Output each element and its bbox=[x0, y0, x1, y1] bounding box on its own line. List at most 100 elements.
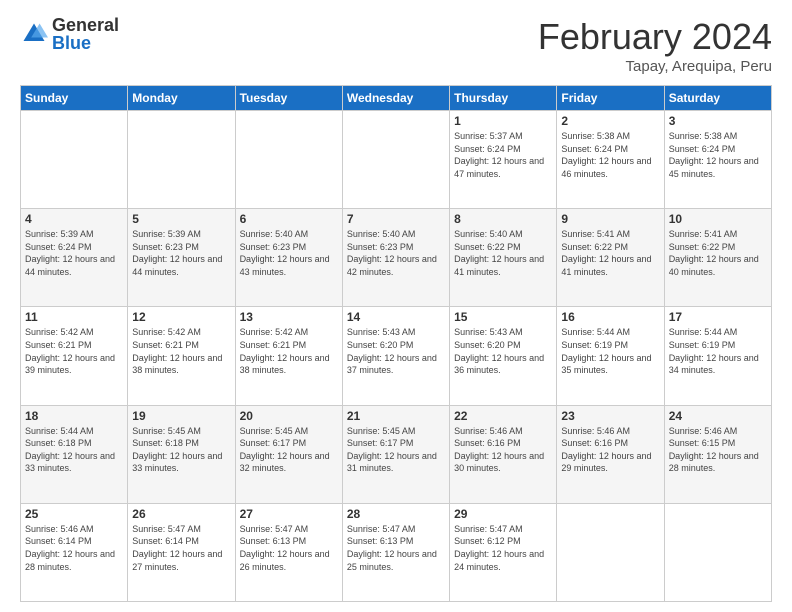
day-info: Sunrise: 5:45 AM Sunset: 6:17 PM Dayligh… bbox=[347, 425, 445, 475]
day-number: 5 bbox=[132, 212, 230, 226]
calendar-cell bbox=[342, 111, 449, 209]
week-row-2: 4 Sunrise: 5:39 AM Sunset: 6:24 PM Daylig… bbox=[21, 209, 772, 307]
calendar-cell: 11 Sunrise: 5:42 AM Sunset: 6:21 PM Dayli… bbox=[21, 307, 128, 405]
calendar-cell: 25 Sunrise: 5:46 AM Sunset: 6:14 PM Dayli… bbox=[21, 503, 128, 601]
col-tuesday: Tuesday bbox=[235, 86, 342, 111]
day-info: Sunrise: 5:38 AM Sunset: 6:24 PM Dayligh… bbox=[561, 130, 659, 180]
calendar-cell: 7 Sunrise: 5:40 AM Sunset: 6:23 PM Daylig… bbox=[342, 209, 449, 307]
calendar-cell: 28 Sunrise: 5:47 AM Sunset: 6:13 PM Dayli… bbox=[342, 503, 449, 601]
col-friday: Friday bbox=[557, 86, 664, 111]
calendar-cell bbox=[128, 111, 235, 209]
day-info: Sunrise: 5:45 AM Sunset: 6:18 PM Dayligh… bbox=[132, 425, 230, 475]
calendar-cell: 12 Sunrise: 5:42 AM Sunset: 6:21 PM Dayli… bbox=[128, 307, 235, 405]
calendar-cell: 6Sunrise: 5:40 AM Sunset: 6:23 PM Daylig… bbox=[235, 209, 342, 307]
calendar-cell bbox=[664, 503, 771, 601]
col-saturday: Saturday bbox=[664, 86, 771, 111]
day-number: 2 bbox=[561, 114, 659, 128]
week-row-3: 11 Sunrise: 5:42 AM Sunset: 6:21 PM Dayli… bbox=[21, 307, 772, 405]
day-info: Sunrise: 5:46 AM Sunset: 6:14 PM Dayligh… bbox=[25, 523, 123, 573]
header-row: Sunday Monday Tuesday Wednesday Thursday… bbox=[21, 86, 772, 111]
calendar-cell bbox=[21, 111, 128, 209]
logo-general: General bbox=[52, 16, 119, 34]
day-info: Sunrise: 5:39 AM Sunset: 6:24 PM Dayligh… bbox=[25, 228, 123, 278]
generalblue-icon bbox=[20, 20, 48, 48]
day-info: Sunrise: 5:40 AM Sunset: 6:22 PM Dayligh… bbox=[454, 228, 552, 278]
day-number: 19 bbox=[132, 409, 230, 423]
day-number: 4 bbox=[25, 212, 123, 226]
day-number: 16 bbox=[561, 310, 659, 324]
day-info: Sunrise: 5:44 AM Sunset: 6:19 PM Dayligh… bbox=[561, 326, 659, 376]
day-number: 11 bbox=[25, 310, 123, 324]
day-number: 25 bbox=[25, 507, 123, 521]
day-number: 23 bbox=[561, 409, 659, 423]
col-sunday: Sunday bbox=[21, 86, 128, 111]
col-wednesday: Wednesday bbox=[342, 86, 449, 111]
day-info: Sunrise: 5:47 AM Sunset: 6:13 PM Dayligh… bbox=[347, 523, 445, 573]
logo-blue: Blue bbox=[52, 34, 119, 52]
calendar-cell: 26Sunrise: 5:47 AM Sunset: 6:14 PM Dayli… bbox=[128, 503, 235, 601]
calendar-cell: 27Sunrise: 5:47 AM Sunset: 6:13 PM Dayli… bbox=[235, 503, 342, 601]
calendar-cell: 18 Sunrise: 5:44 AM Sunset: 6:18 PM Dayli… bbox=[21, 405, 128, 503]
calendar-cell: 15Sunrise: 5:43 AM Sunset: 6:20 PM Dayli… bbox=[450, 307, 557, 405]
day-number: 20 bbox=[240, 409, 338, 423]
calendar-table: Sunday Monday Tuesday Wednesday Thursday… bbox=[20, 85, 772, 602]
calendar-cell: 16 Sunrise: 5:44 AM Sunset: 6:19 PM Dayli… bbox=[557, 307, 664, 405]
calendar-cell: 24 Sunrise: 5:46 AM Sunset: 6:15 PM Dayli… bbox=[664, 405, 771, 503]
calendar-cell: 22Sunrise: 5:46 AM Sunset: 6:16 PM Dayli… bbox=[450, 405, 557, 503]
calendar-cell: 2 Sunrise: 5:38 AM Sunset: 6:24 PM Daylig… bbox=[557, 111, 664, 209]
logo: General Blue bbox=[20, 16, 119, 52]
day-number: 1 bbox=[454, 114, 552, 128]
header: General Blue February 2024 Tapay, Arequi… bbox=[20, 16, 772, 75]
calendar-cell: 13Sunrise: 5:42 AM Sunset: 6:21 PM Dayli… bbox=[235, 307, 342, 405]
week-row-5: 25 Sunrise: 5:46 AM Sunset: 6:14 PM Dayli… bbox=[21, 503, 772, 601]
calendar-cell: 21 Sunrise: 5:45 AM Sunset: 6:17 PM Dayli… bbox=[342, 405, 449, 503]
day-number: 12 bbox=[132, 310, 230, 324]
calendar-cell: 1 Sunrise: 5:37 AM Sunset: 6:24 PM Daylig… bbox=[450, 111, 557, 209]
title-block: February 2024 Tapay, Arequipa, Peru bbox=[538, 16, 772, 75]
day-info: Sunrise: 5:47 AM Sunset: 6:12 PM Dayligh… bbox=[454, 523, 552, 573]
day-number: 9 bbox=[561, 212, 659, 226]
calendar-cell bbox=[235, 111, 342, 209]
day-info: Sunrise: 5:40 AM Sunset: 6:23 PM Dayligh… bbox=[347, 228, 445, 278]
calendar-cell: 14Sunrise: 5:43 AM Sunset: 6:20 PM Dayli… bbox=[342, 307, 449, 405]
day-number: 27 bbox=[240, 507, 338, 521]
day-number: 28 bbox=[347, 507, 445, 521]
day-info: Sunrise: 5:47 AM Sunset: 6:14 PM Dayligh… bbox=[132, 523, 230, 573]
calendar-cell: 29Sunrise: 5:47 AM Sunset: 6:12 PM Dayli… bbox=[450, 503, 557, 601]
day-number: 7 bbox=[347, 212, 445, 226]
day-info: Sunrise: 5:46 AM Sunset: 6:15 PM Dayligh… bbox=[669, 425, 767, 475]
day-info: Sunrise: 5:41 AM Sunset: 6:22 PM Dayligh… bbox=[561, 228, 659, 278]
calendar-cell: 20 Sunrise: 5:45 AM Sunset: 6:17 PM Dayli… bbox=[235, 405, 342, 503]
calendar-cell: 3Sunrise: 5:38 AM Sunset: 6:24 PM Daylig… bbox=[664, 111, 771, 209]
calendar-cell: 5Sunrise: 5:39 AM Sunset: 6:23 PM Daylig… bbox=[128, 209, 235, 307]
day-info: Sunrise: 5:42 AM Sunset: 6:21 PM Dayligh… bbox=[25, 326, 123, 376]
day-info: Sunrise: 5:44 AM Sunset: 6:18 PM Dayligh… bbox=[25, 425, 123, 475]
day-info: Sunrise: 5:43 AM Sunset: 6:20 PM Dayligh… bbox=[347, 326, 445, 376]
col-monday: Monday bbox=[128, 86, 235, 111]
day-number: 17 bbox=[669, 310, 767, 324]
day-number: 24 bbox=[669, 409, 767, 423]
calendar-cell: 17Sunrise: 5:44 AM Sunset: 6:19 PM Dayli… bbox=[664, 307, 771, 405]
calendar-cell: 9 Sunrise: 5:41 AM Sunset: 6:22 PM Daylig… bbox=[557, 209, 664, 307]
day-info: Sunrise: 5:37 AM Sunset: 6:24 PM Dayligh… bbox=[454, 130, 552, 180]
day-number: 21 bbox=[347, 409, 445, 423]
col-thursday: Thursday bbox=[450, 86, 557, 111]
day-info: Sunrise: 5:43 AM Sunset: 6:20 PM Dayligh… bbox=[454, 326, 552, 376]
page: General Blue February 2024 Tapay, Arequi… bbox=[0, 0, 792, 612]
day-number: 10 bbox=[669, 212, 767, 226]
calendar-cell: 10 Sunrise: 5:41 AM Sunset: 6:22 PM Dayli… bbox=[664, 209, 771, 307]
calendar-cell bbox=[557, 503, 664, 601]
day-info: Sunrise: 5:45 AM Sunset: 6:17 PM Dayligh… bbox=[240, 425, 338, 475]
day-info: Sunrise: 5:40 AM Sunset: 6:23 PM Dayligh… bbox=[240, 228, 338, 278]
day-number: 18 bbox=[25, 409, 123, 423]
day-info: Sunrise: 5:42 AM Sunset: 6:21 PM Dayligh… bbox=[240, 326, 338, 376]
calendar-title: February 2024 bbox=[538, 16, 772, 58]
calendar-cell: 8 Sunrise: 5:40 AM Sunset: 6:22 PM Daylig… bbox=[450, 209, 557, 307]
calendar-subtitle: Tapay, Arequipa, Peru bbox=[538, 58, 772, 75]
week-row-1: 1 Sunrise: 5:37 AM Sunset: 6:24 PM Daylig… bbox=[21, 111, 772, 209]
day-info: Sunrise: 5:41 AM Sunset: 6:22 PM Dayligh… bbox=[669, 228, 767, 278]
day-number: 8 bbox=[454, 212, 552, 226]
calendar-cell: 19 Sunrise: 5:45 AM Sunset: 6:18 PM Dayli… bbox=[128, 405, 235, 503]
week-row-4: 18 Sunrise: 5:44 AM Sunset: 6:18 PM Dayli… bbox=[21, 405, 772, 503]
day-info: Sunrise: 5:42 AM Sunset: 6:21 PM Dayligh… bbox=[132, 326, 230, 376]
